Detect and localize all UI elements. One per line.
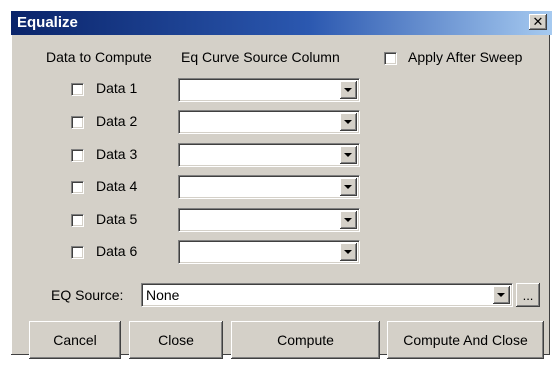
window-title: Equalize — [17, 14, 78, 31]
eq-source-browse-button[interactable]: ... — [516, 283, 540, 307]
compute-button[interactable]: Compute — [231, 321, 380, 359]
eq-source-value: None — [146, 287, 180, 303]
data-6-checkbox[interactable] — [71, 246, 84, 259]
data-6-label: Data 6 — [96, 243, 138, 259]
chevron-down-icon[interactable] — [340, 243, 357, 261]
equalize-dialog: Equalize ✕ Data to Compute Eq Curve Sour… — [10, 10, 552, 359]
cancel-button-label: Cancel — [53, 332, 97, 348]
eq-source-label: EQ Source: — [51, 287, 124, 303]
compute-and-close-button-label: Compute And Close — [403, 332, 528, 348]
compute-and-close-button[interactable]: Compute And Close — [387, 321, 544, 359]
cancel-button[interactable]: Cancel — [29, 321, 121, 359]
data-5-checkbox[interactable] — [71, 214, 84, 227]
data-3-source-select[interactable] — [178, 143, 360, 167]
data-4-source-select[interactable] — [178, 175, 360, 199]
close-window-button[interactable]: ✕ — [529, 14, 547, 30]
header-eq-curve-source: Eq Curve Source Column — [181, 49, 340, 65]
chevron-down-icon[interactable] — [340, 113, 357, 131]
ellipsis-icon: ... — [522, 287, 534, 303]
data-1-checkbox[interactable] — [71, 83, 84, 96]
chevron-down-icon[interactable] — [340, 178, 357, 196]
data-6-source-select[interactable] — [178, 240, 360, 264]
header-data-to-compute: Data to Compute — [46, 49, 152, 65]
data-4-label: Data 4 — [96, 178, 138, 194]
data-5-source-select[interactable] — [178, 208, 360, 232]
title-bar: Equalize ✕ — [11, 11, 552, 35]
data-1-source-select[interactable] — [178, 78, 360, 102]
data-1-label: Data 1 — [96, 80, 138, 96]
compute-button-label: Compute — [277, 332, 334, 348]
chevron-down-icon[interactable] — [493, 286, 510, 304]
data-5-label: Data 5 — [96, 211, 138, 227]
data-4-checkbox[interactable] — [71, 181, 84, 194]
data-2-checkbox[interactable] — [71, 116, 84, 129]
data-2-label: Data 2 — [96, 113, 138, 129]
apply-after-sweep-checkbox[interactable] — [384, 52, 397, 65]
data-3-label: Data 3 — [96, 146, 138, 162]
chevron-down-icon[interactable] — [340, 146, 357, 164]
close-button-label: Close — [158, 332, 194, 348]
close-button[interactable]: Close — [129, 321, 223, 359]
chevron-down-icon[interactable] — [340, 211, 357, 229]
data-3-checkbox[interactable] — [71, 149, 84, 162]
close-icon: ✕ — [532, 14, 544, 30]
chevron-down-icon[interactable] — [340, 81, 357, 99]
apply-after-sweep-label: Apply After Sweep — [408, 49, 523, 65]
data-2-source-select[interactable] — [178, 110, 360, 134]
eq-source-select[interactable]: None — [141, 283, 513, 307]
